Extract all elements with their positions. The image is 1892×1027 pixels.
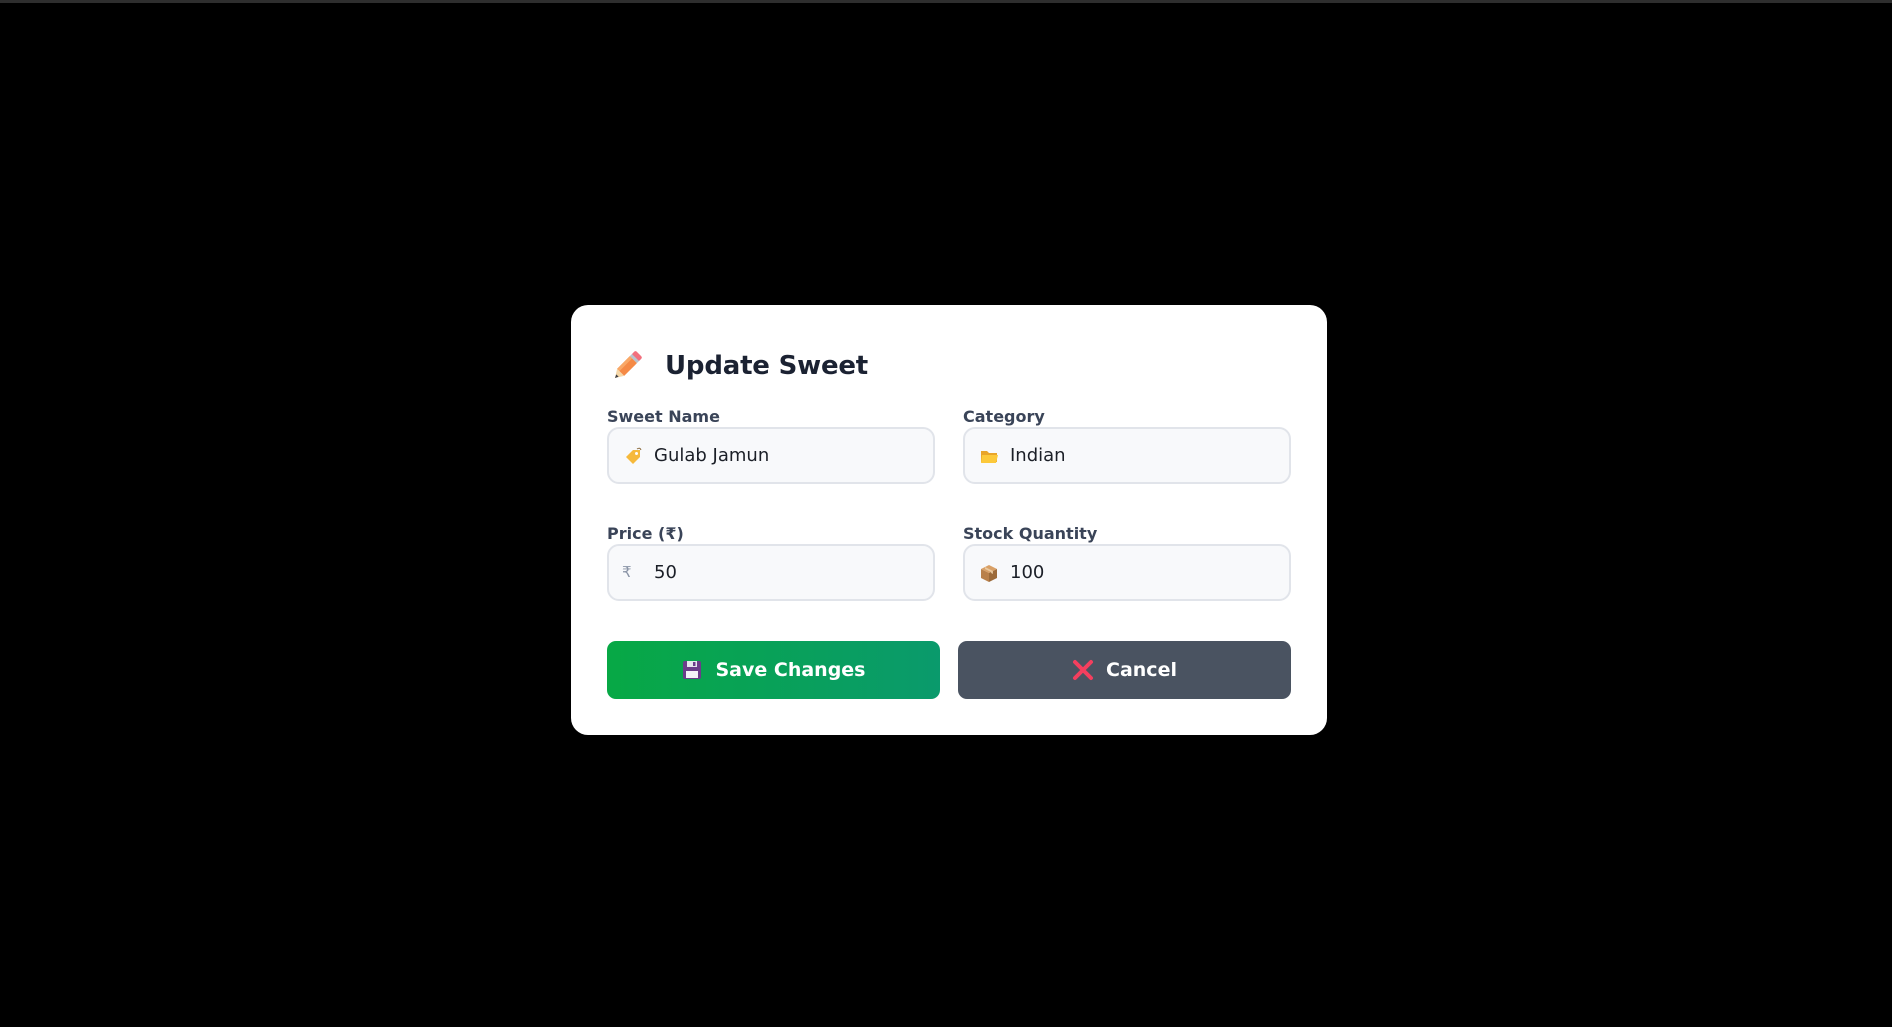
cancel-label: Cancel xyxy=(1106,659,1177,681)
sweet-name-value: Gulab Jamun xyxy=(654,445,770,466)
price-value: 50 xyxy=(654,562,677,583)
stock-quantity-input[interactable]: 100 xyxy=(963,544,1291,601)
category-value: Indian xyxy=(1010,445,1066,466)
tag-icon xyxy=(623,446,643,466)
pencil-icon xyxy=(607,346,647,386)
dialog-title: Update Sweet xyxy=(665,351,869,381)
stock-quantity-label: Stock Quantity xyxy=(963,524,1098,543)
price-input[interactable]: ₹ 50 xyxy=(607,544,935,601)
price-field: Price (₹) ₹ 50 xyxy=(607,523,935,601)
price-label: Price (₹) xyxy=(607,524,684,543)
cancel-button[interactable]: Cancel xyxy=(958,641,1291,699)
package-icon xyxy=(979,563,999,583)
floppy-disk-icon xyxy=(681,659,703,681)
sweet-name-field: Sweet Name Gulab Jamun xyxy=(607,406,935,484)
window-top-border xyxy=(0,0,1892,3)
sweet-name-label: Sweet Name xyxy=(607,407,720,426)
folder-icon xyxy=(979,446,999,466)
stock-quantity-field: Stock Quantity 100 xyxy=(963,523,1291,601)
rupee-icon: ₹ xyxy=(622,563,632,581)
save-changes-label: Save Changes xyxy=(715,659,866,681)
cross-mark-icon xyxy=(1072,659,1094,681)
sweet-name-input[interactable]: Gulab Jamun xyxy=(607,427,935,484)
save-changes-button[interactable]: Save Changes xyxy=(607,641,940,699)
category-label: Category xyxy=(963,407,1045,426)
dialog-header: Update Sweet xyxy=(607,341,1291,391)
stock-quantity-value: 100 xyxy=(1010,562,1045,583)
update-sweet-dialog: Update Sweet Sweet Name Gulab Jamun Cate… xyxy=(571,305,1327,735)
category-input[interactable]: Indian xyxy=(963,427,1291,484)
category-field: Category Indian xyxy=(963,406,1291,484)
